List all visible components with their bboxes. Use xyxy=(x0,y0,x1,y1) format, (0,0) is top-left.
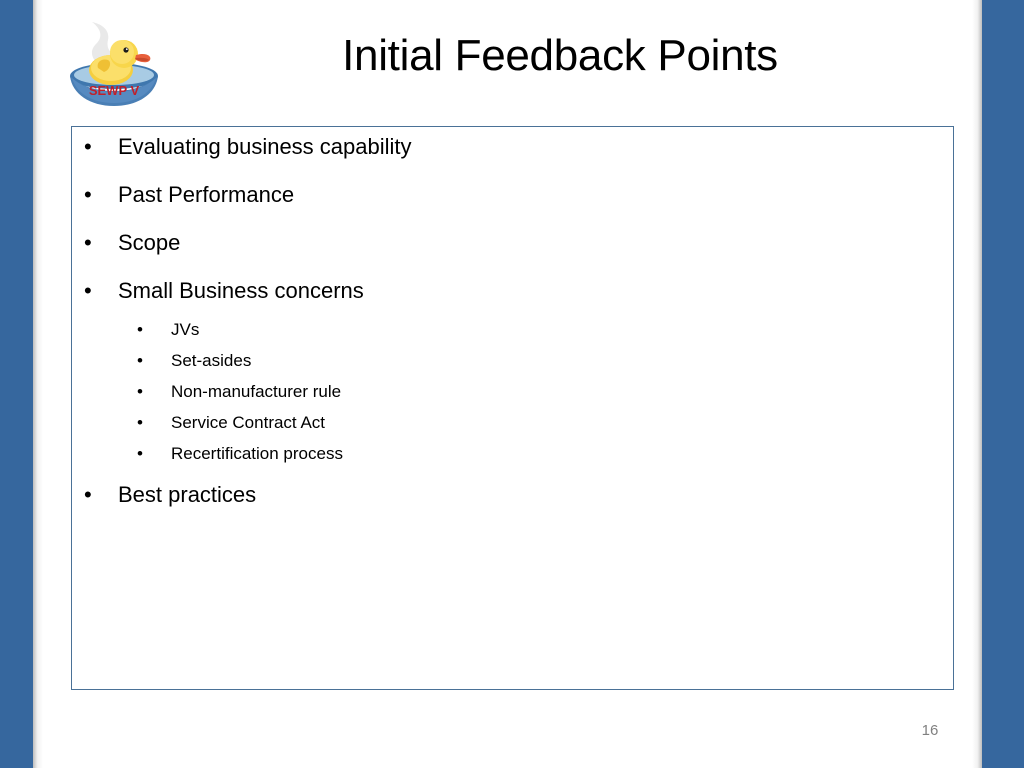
sub-list-item: • Non-manufacturer rule xyxy=(84,381,934,403)
sub-list: • JVs • Set-asides • Non-manufacturer ru… xyxy=(84,319,934,465)
bullet-marker-icon: • xyxy=(137,382,143,401)
sub-list-item-label: JVs xyxy=(171,320,200,339)
decorative-sidebar-right xyxy=(982,0,1024,768)
bullet-marker-icon: • xyxy=(137,320,143,339)
decorative-sidebar-left xyxy=(0,0,33,768)
sewp-v-duck-logo: SEWP V xyxy=(62,14,166,110)
sub-list-item-label: Recertification process xyxy=(171,444,343,463)
sub-list-item: • Set-asides xyxy=(84,350,934,372)
decorative-sidebar-left-shadow xyxy=(33,0,43,768)
list-item: • Best practices xyxy=(84,481,934,509)
decorative-sidebar-right-shadow xyxy=(972,0,982,768)
sub-list-item-label: Service Contract Act xyxy=(171,413,326,432)
bullet-marker-icon: • xyxy=(84,134,92,159)
sub-list-item-label: Non-manufacturer rule xyxy=(171,382,342,401)
content-box: • Evaluating business capability • Past … xyxy=(71,126,954,690)
list-item: • Small Business concerns xyxy=(84,277,934,305)
logo-text: SEWP V xyxy=(89,83,140,98)
bullet-list: • Evaluating business capability • Past … xyxy=(84,133,934,529)
sub-list-item: • Service Contract Act xyxy=(84,412,934,434)
slide: SEWP V Initial Feedback Points • Evaluat… xyxy=(0,0,1024,768)
bullet-marker-icon: • xyxy=(84,230,92,255)
list-item-label: Small Business concerns xyxy=(118,278,364,303)
bullet-marker-icon: • xyxy=(137,444,143,463)
sub-list-item-label: Set-asides xyxy=(171,351,252,370)
list-item: • Past Performance xyxy=(84,181,934,209)
bullet-marker-icon: • xyxy=(84,278,92,303)
sub-list-item: • JVs xyxy=(84,319,934,341)
list-item-label: Scope xyxy=(118,230,181,255)
list-item-label: Evaluating business capability xyxy=(118,134,412,159)
list-item: • Evaluating business capability xyxy=(84,133,934,161)
list-item: • Scope xyxy=(84,229,934,257)
page-number: 16 xyxy=(921,722,939,739)
list-item-label: Best practices xyxy=(118,482,257,507)
sub-list-item: • Recertification process xyxy=(84,443,934,465)
page-title: Initial Feedback Points xyxy=(342,31,778,80)
bullet-marker-icon: • xyxy=(84,482,92,507)
list-item-label: Past Performance xyxy=(118,182,295,207)
bullet-marker-icon: • xyxy=(137,351,143,370)
bullet-marker-icon: • xyxy=(84,182,92,207)
bullet-marker-icon: • xyxy=(137,413,143,432)
